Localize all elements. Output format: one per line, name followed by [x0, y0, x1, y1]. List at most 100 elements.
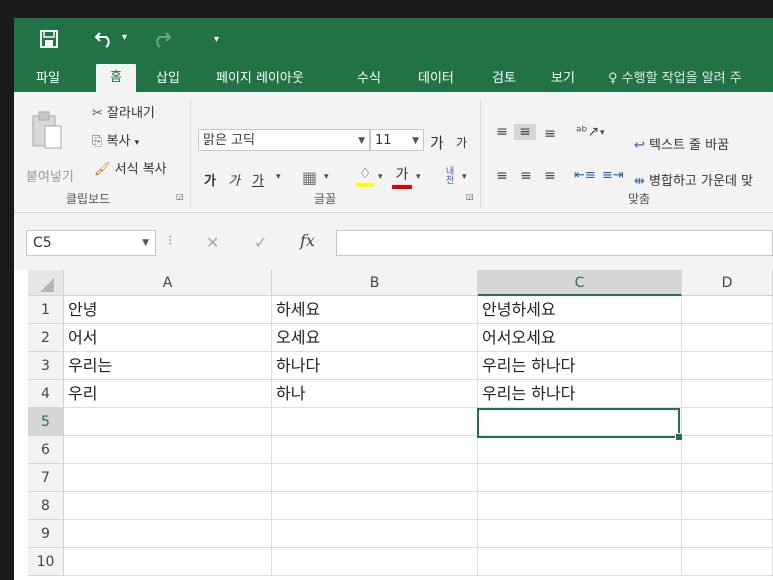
cell-d4[interactable] — [682, 380, 773, 408]
column-header-a[interactable]: A — [64, 270, 272, 296]
cell-b8[interactable] — [272, 492, 478, 520]
cell-a2[interactable]: 어서 — [64, 324, 272, 352]
align-top-icon[interactable]: ≡ — [492, 124, 512, 140]
borders-dropdown-icon[interactable]: ▾ — [324, 172, 329, 182]
tab-formulas[interactable]: 수식 — [351, 67, 387, 91]
select-all-corner[interactable] — [28, 270, 64, 296]
italic-button[interactable]: 가 — [228, 170, 240, 189]
row-header-1[interactable]: 1 — [28, 296, 64, 324]
font-size-select[interactable]: 11 ▼ — [370, 129, 424, 151]
cell-d3[interactable] — [682, 352, 773, 380]
cut-button[interactable]: ✂ 잘라내기 — [92, 102, 155, 121]
cell-b7[interactable] — [272, 464, 478, 492]
fill-color-icon[interactable]: ♢ — [356, 166, 374, 187]
bold-button[interactable]: 가 — [204, 170, 216, 189]
formula-input[interactable] — [336, 230, 773, 256]
redo-icon[interactable] — [150, 28, 172, 52]
phonetic-dropdown-icon[interactable]: ▾ — [462, 172, 467, 182]
insert-function-icon[interactable]: fx — [300, 231, 315, 250]
column-header-c[interactable]: C — [478, 270, 682, 296]
tab-file[interactable]: 파일 — [30, 67, 66, 91]
cell-a3[interactable]: 우리는 — [64, 352, 272, 380]
paste-icon[interactable] — [24, 110, 70, 152]
copy-button[interactable]: ⎘ 복사 ▾ — [92, 130, 139, 149]
cell-b3[interactable]: 하나다 — [272, 352, 478, 380]
undo-icon[interactable] — [94, 28, 116, 52]
wrap-text-button[interactable]: ↩ 텍스트 줄 바꿈 — [634, 134, 729, 153]
tab-page-layout[interactable]: 페이지 레이아웃 — [210, 67, 310, 91]
row-header-3[interactable]: 3 — [28, 352, 64, 380]
align-bottom-icon[interactable]: ≡ — [540, 126, 560, 142]
row-header-8[interactable]: 8 — [28, 492, 64, 520]
cell-a8[interactable] — [64, 492, 272, 520]
row-header-9[interactable]: 9 — [28, 520, 64, 548]
format-painter-button[interactable]: 🖌 서식 복사 — [94, 158, 167, 177]
cell-b6[interactable] — [272, 436, 478, 464]
align-center-icon[interactable]: ≡ — [516, 168, 536, 184]
grow-font-button[interactable]: 가 — [430, 132, 444, 153]
cell-d8[interactable] — [682, 492, 773, 520]
fill-handle[interactable] — [675, 433, 683, 441]
underline-dropdown-icon[interactable]: ▾ — [276, 172, 281, 182]
cell-d9[interactable] — [682, 520, 773, 548]
save-icon[interactable] — [40, 30, 58, 52]
shrink-font-button[interactable]: 가 — [456, 134, 467, 151]
merge-center-button[interactable]: ⇹ 병합하고 가운데 맞 — [634, 170, 753, 189]
cell-d5[interactable] — [682, 408, 773, 436]
tab-home[interactable]: 홈 — [96, 64, 136, 92]
cell-b1[interactable]: 하세요 — [272, 296, 478, 324]
cell-d6[interactable] — [682, 436, 773, 464]
enter-icon[interactable]: ✓ — [254, 233, 267, 252]
cell-b5[interactable] — [272, 408, 478, 436]
tab-view[interactable]: 보기 — [545, 67, 581, 91]
cell-a7[interactable] — [64, 464, 272, 492]
cell-c8[interactable] — [478, 492, 682, 520]
cell-c2[interactable]: 어서오세요 — [478, 324, 682, 352]
cell-c6[interactable] — [478, 436, 682, 464]
cell-b9[interactable] — [272, 520, 478, 548]
cell-b10[interactable] — [272, 548, 478, 576]
cancel-icon[interactable]: ✕ — [206, 233, 219, 252]
name-box[interactable]: C5 ▼ — [26, 230, 156, 256]
cell-c10[interactable] — [478, 548, 682, 576]
font-name-select[interactable]: 맑은 고딕 ▼ — [198, 129, 370, 151]
cell-d2[interactable] — [682, 324, 773, 352]
row-header-10[interactable]: 10 — [28, 548, 64, 576]
cell-a9[interactable] — [64, 520, 272, 548]
column-header-d[interactable]: D — [682, 270, 773, 296]
paste-label[interactable]: 붙여넣기 — [26, 166, 74, 185]
align-middle-icon[interactable]: ≡ — [514, 124, 536, 140]
orientation-icon[interactable]: ᵃᵇ↗ — [576, 124, 599, 140]
tab-review[interactable]: 검토 — [486, 67, 522, 91]
orientation-dropdown-icon[interactable]: ▾ — [600, 128, 605, 138]
cell-c3[interactable]: 우리는 하나다 — [478, 352, 682, 380]
cell-d7[interactable] — [682, 464, 773, 492]
chevron-down-icon[interactable]: ▼ — [142, 231, 149, 255]
cell-c7[interactable] — [478, 464, 682, 492]
row-header-2[interactable]: 2 — [28, 324, 64, 352]
cell-c4[interactable]: 우리는 하나다 — [478, 380, 682, 408]
row-header-4[interactable]: 4 — [28, 380, 64, 408]
undo-dropdown-icon[interactable]: ▾ — [122, 32, 127, 43]
tell-me-box[interactable]: ♀ 수행할 작업을 알려 주 — [608, 67, 742, 91]
cell-a10[interactable] — [64, 548, 272, 576]
cell-c9[interactable] — [478, 520, 682, 548]
cell-a4[interactable]: 우리 — [64, 380, 272, 408]
row-header-7[interactable]: 7 — [28, 464, 64, 492]
row-header-5[interactable]: 5 — [28, 408, 64, 436]
tab-insert[interactable]: 삽입 — [150, 67, 186, 91]
cell-d1[interactable] — [682, 296, 773, 324]
cell-c1[interactable]: 안녕하세요 — [478, 296, 682, 324]
row-header-6[interactable]: 6 — [28, 436, 64, 464]
cell-a5[interactable] — [64, 408, 272, 436]
font-color-dropdown-icon[interactable]: ▾ — [416, 172, 421, 182]
cell-b4[interactable]: 하나 — [272, 380, 478, 408]
column-header-b[interactable]: B — [272, 270, 478, 296]
cell-a6[interactable] — [64, 436, 272, 464]
align-left-icon[interactable]: ≡ — [492, 168, 512, 184]
font-launcher-icon[interactable]: ◲ — [466, 192, 474, 201]
copy-dropdown-icon[interactable]: ▾ — [135, 138, 140, 148]
cell-a1[interactable]: 안녕 — [64, 296, 272, 324]
cell-d10[interactable] — [682, 548, 773, 576]
phonetic-guide-button[interactable]: 내천 — [442, 168, 458, 186]
